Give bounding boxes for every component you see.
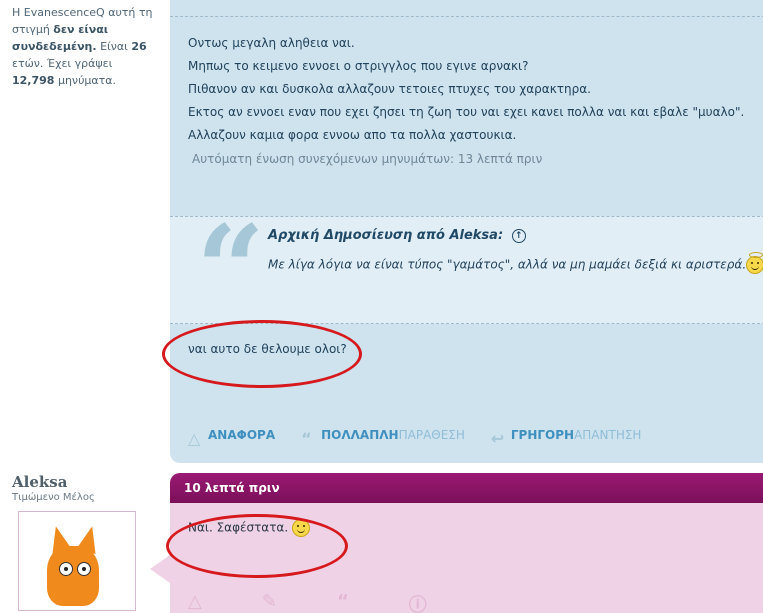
quote-header: Αρχική Δημοσίευση από Aleksa: ↑ (268, 228, 526, 243)
quote-block: “ Αρχική Δημοσίευση από Aleksa: ↑ Με λίγ… (170, 210, 763, 330)
post-1: Οντως μεγαλη αληθεια ναι. Μηπως το κειμε… (170, 0, 763, 463)
post-line: Αλλαζουν καμια φορα εννοω απο τα πολλα χ… (188, 128, 517, 142)
post-pointer (150, 555, 170, 583)
quote-text: Με λίγα λόγια να είναι τύπος "γαμάτος", … (268, 252, 763, 274)
multi-quote-button[interactable]: “ΠΟΛΛΑΠΛΗΠΑΡΑΘΕΣΗ (301, 428, 465, 448)
user-status-info: Η EvanescenceQ αυτή τη στιγμή δεν είναι … (12, 6, 153, 87)
info-icon[interactable]: ⓘ (409, 591, 427, 613)
post-line: Πιθανον αν και δυσκολα αλλαζουν τετοιες … (188, 82, 591, 96)
edit-icon[interactable]: ✎ (262, 591, 277, 613)
post-body: Οντως μεγαλη αληθεια ναι. Μηπως το κειμε… (188, 32, 748, 147)
author-name[interactable]: Aleksa (12, 473, 67, 491)
triangle-icon: △ (188, 428, 201, 448)
fox-eye-icon (77, 562, 91, 576)
quote-mark-icon: “ (196, 199, 266, 340)
view-post-icon[interactable]: ↑ (511, 228, 526, 243)
quote-marks-icon: “ (301, 428, 312, 448)
author-rank: Τιμώμενο Μέλος (12, 492, 95, 503)
post-actions: △ ✎ “ ⓘ (188, 591, 427, 613)
multi-quote-icon[interactable]: “ (337, 591, 349, 613)
divider (170, 16, 763, 17)
avatar[interactable] (18, 511, 136, 611)
angel-smiley-icon (746, 252, 763, 274)
quick-reply-button[interactable]: ↩ ΓΡΗΓΟΡΗΑΠΑΝΤΗΣΗ (490, 428, 642, 448)
quote-button[interactable]: △ ΑΝΑΦΟΡΑ (188, 428, 275, 448)
quote-author: Aleksa (449, 228, 498, 243)
post-count: 12,798 (12, 74, 55, 87)
post-actions: △ ΑΝΑΦΟΡΑ “ΠΟΛΛΑΠΛΗΠΑΡΑΘΕΣΗ ↩ ΓΡΗΓΟΡΗΑΠΑΝΤ… (188, 428, 642, 448)
fox-eye-icon (59, 562, 73, 576)
merge-note: Αυτόματη ένωση συνεχόμενων μηνυμάτων: 13… (192, 152, 543, 166)
post-time: 10 λεπτά πριν (184, 481, 280, 495)
post-line: Οντως μεγαλη αληθεια ναι. (188, 36, 355, 50)
user-age: 26 (131, 40, 147, 53)
annotation-oval (162, 320, 362, 388)
annotation-oval (166, 514, 348, 578)
fox-avatar-icon (47, 546, 99, 606)
post-header: 10 λεπτά πριν (170, 473, 763, 503)
reply-icon: ↩ (490, 428, 505, 448)
post-line: Μηπως το κειμενο εννοει ο στριγγλος που … (188, 59, 529, 73)
post-line: Εκτος αν εννοει εναν που εχει ζησει τη ζ… (188, 105, 745, 119)
quote-icon[interactable]: △ (188, 591, 202, 613)
